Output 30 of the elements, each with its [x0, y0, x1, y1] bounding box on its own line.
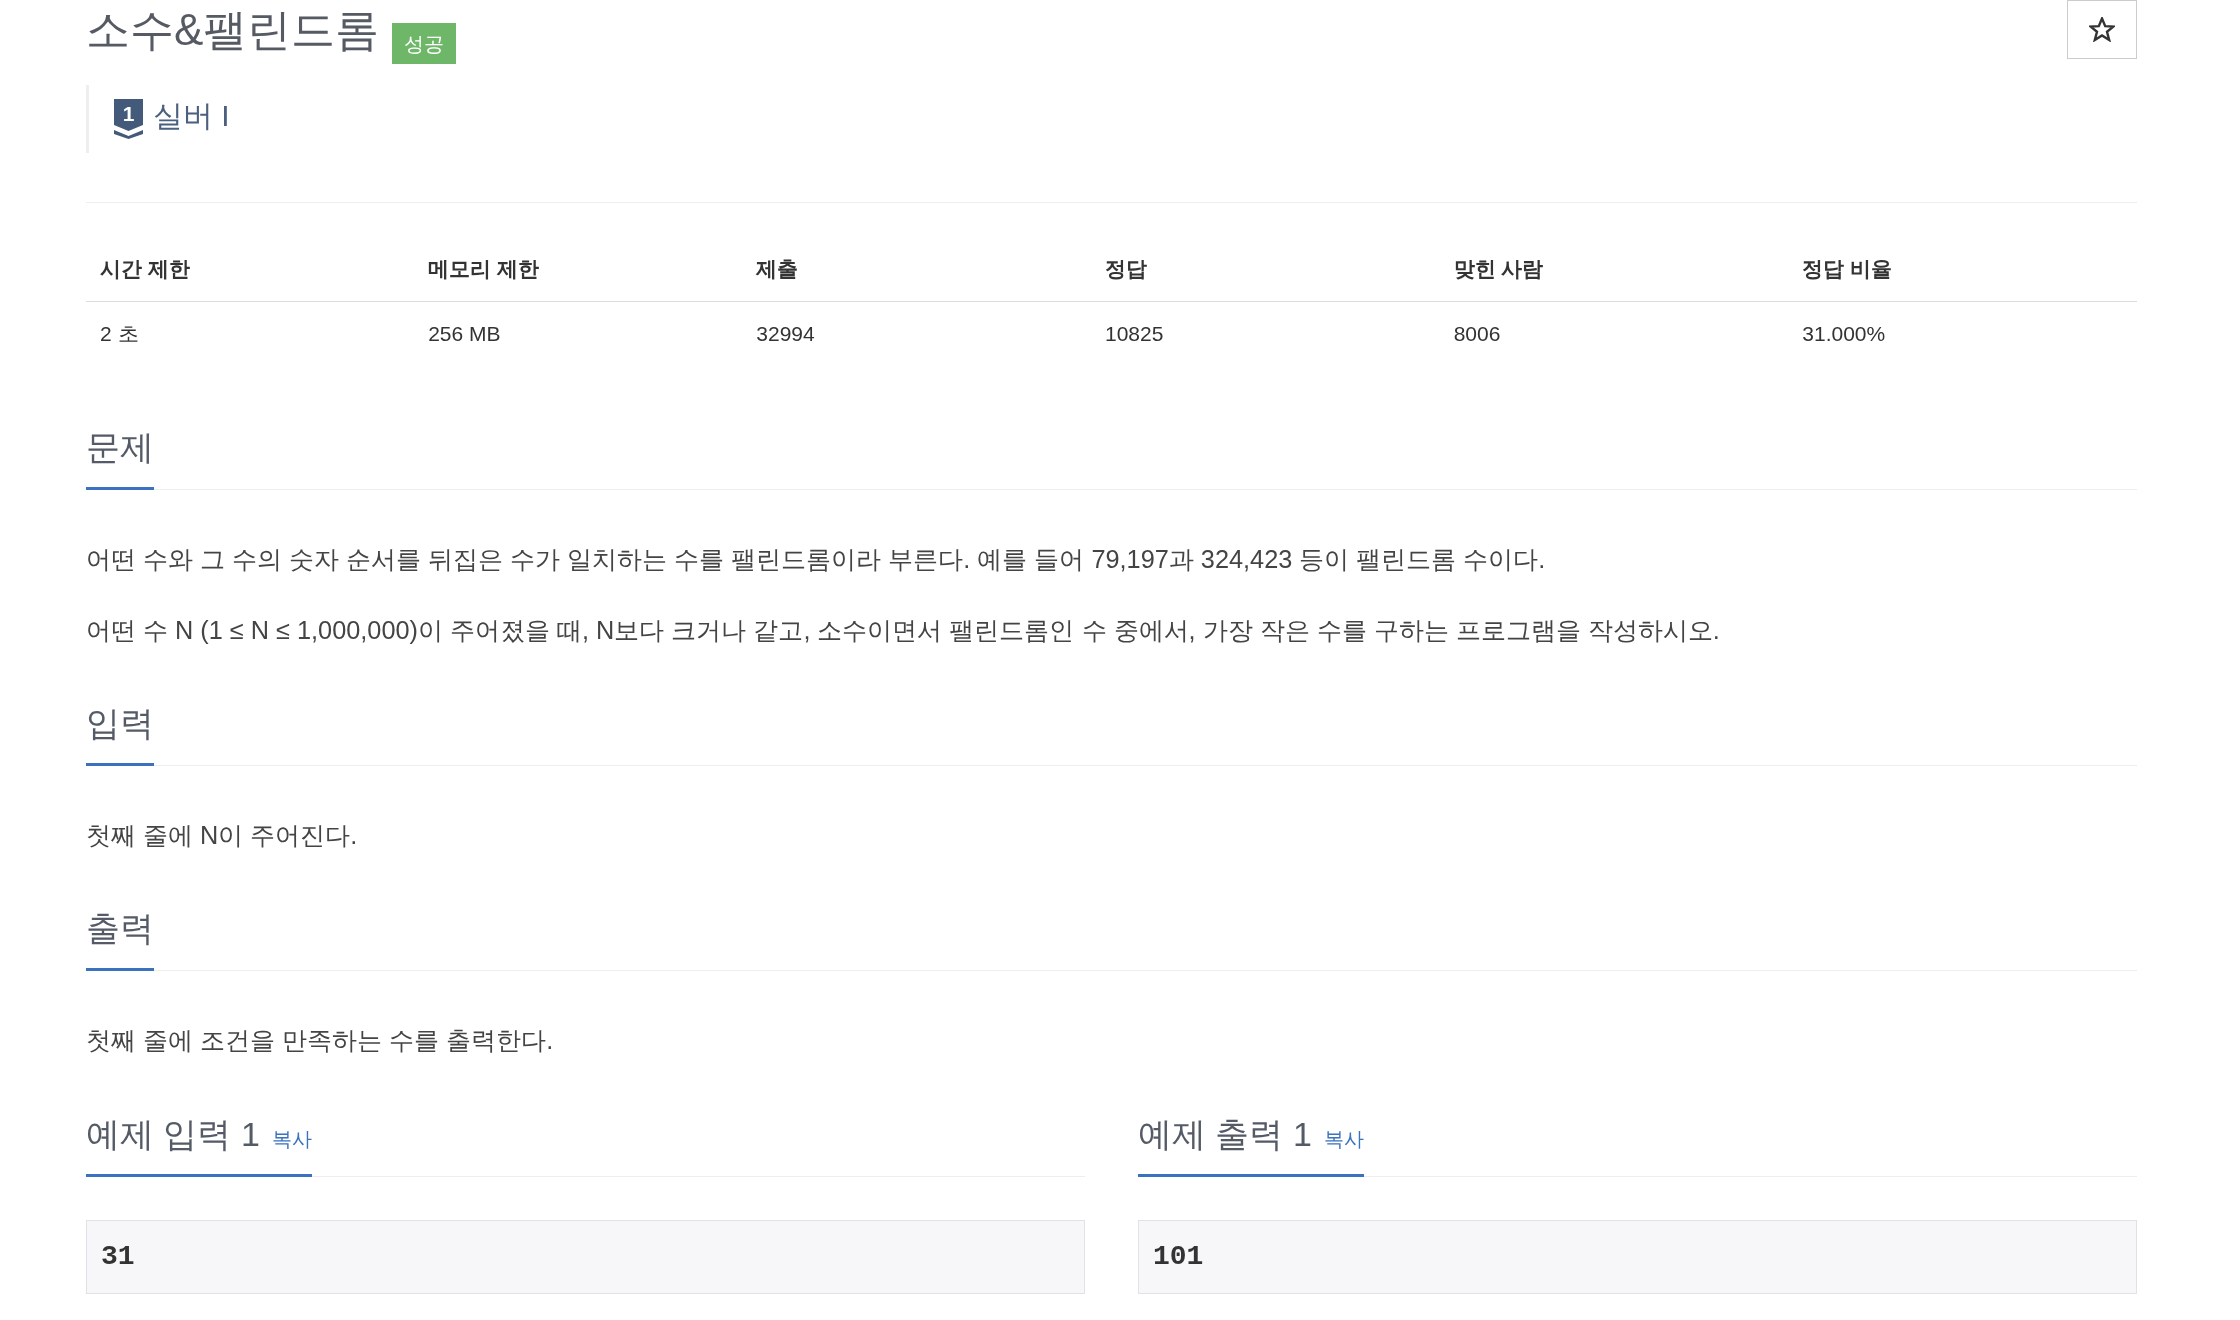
- section-heading: 예제 입력 1: [86, 1114, 260, 1155]
- problem-title: 소수&팰린드롬: [86, 4, 380, 56]
- table-header-cell: 정답 비율: [1788, 237, 2137, 301]
- paragraph: 어떤 수와 그 수의 숫자 순서를 뒤집은 수가 일치하는 수를 팰린드롬이라 부른다. 예를 들어 79,197과 324,423 등이 팰린드롬 수이다.: [86, 544, 1547, 575]
- tier-label[interactable]: 실버 I: [153, 96, 230, 136]
- table-header-cell: 제출: [742, 237, 1091, 301]
- table-cell: 10825: [1090, 301, 1440, 365]
- star-button[interactable]: [2067, 0, 2137, 59]
- sample-code-block: 101: [1138, 1220, 2137, 1294]
- table-cell: 8006: [1439, 301, 1789, 365]
- table-cell: 32994: [742, 301, 1091, 365]
- table-cell: 256 MB: [414, 301, 743, 365]
- table-header-cell: 맞힌 사람: [1439, 237, 1789, 301]
- paragraph: 첫째 줄에 N이 주어진다.: [86, 820, 359, 851]
- copy-link[interactable]: 복사: [1323, 1125, 1364, 1153]
- paragraph: 어떤 수 N (1 ≤ N ≤ 1,000,000)이 주어졌을 때, N보다 크거나 같고, 소수이면서 팰린드롬인 수 중에서, 가장 작은 수를 구하는 프로그램을 작성하시오.: [86, 615, 1721, 646]
- star-icon: [2089, 17, 2115, 42]
- section-heading: 예제 출력 1: [1138, 1114, 1312, 1155]
- sample-code-block: 31: [86, 1220, 1085, 1294]
- table-header-cell: 메모리 제한: [414, 237, 743, 301]
- table-header-cell: 시간 제한: [86, 237, 415, 301]
- section-heading: 입력: [86, 703, 154, 744]
- table-header-cell: 정답: [1090, 237, 1440, 301]
- copy-link[interactable]: 복사: [271, 1125, 312, 1153]
- table-cell: 31.000%: [1788, 301, 2137, 365]
- status-badge: 성공: [392, 23, 457, 64]
- section-heading: 문제: [86, 427, 154, 468]
- table-cell: 2 초: [86, 301, 415, 365]
- paragraph: 첫째 줄에 조건을 만족하는 수를 출력한다.: [86, 1025, 555, 1056]
- section-heading: 출력: [86, 908, 154, 949]
